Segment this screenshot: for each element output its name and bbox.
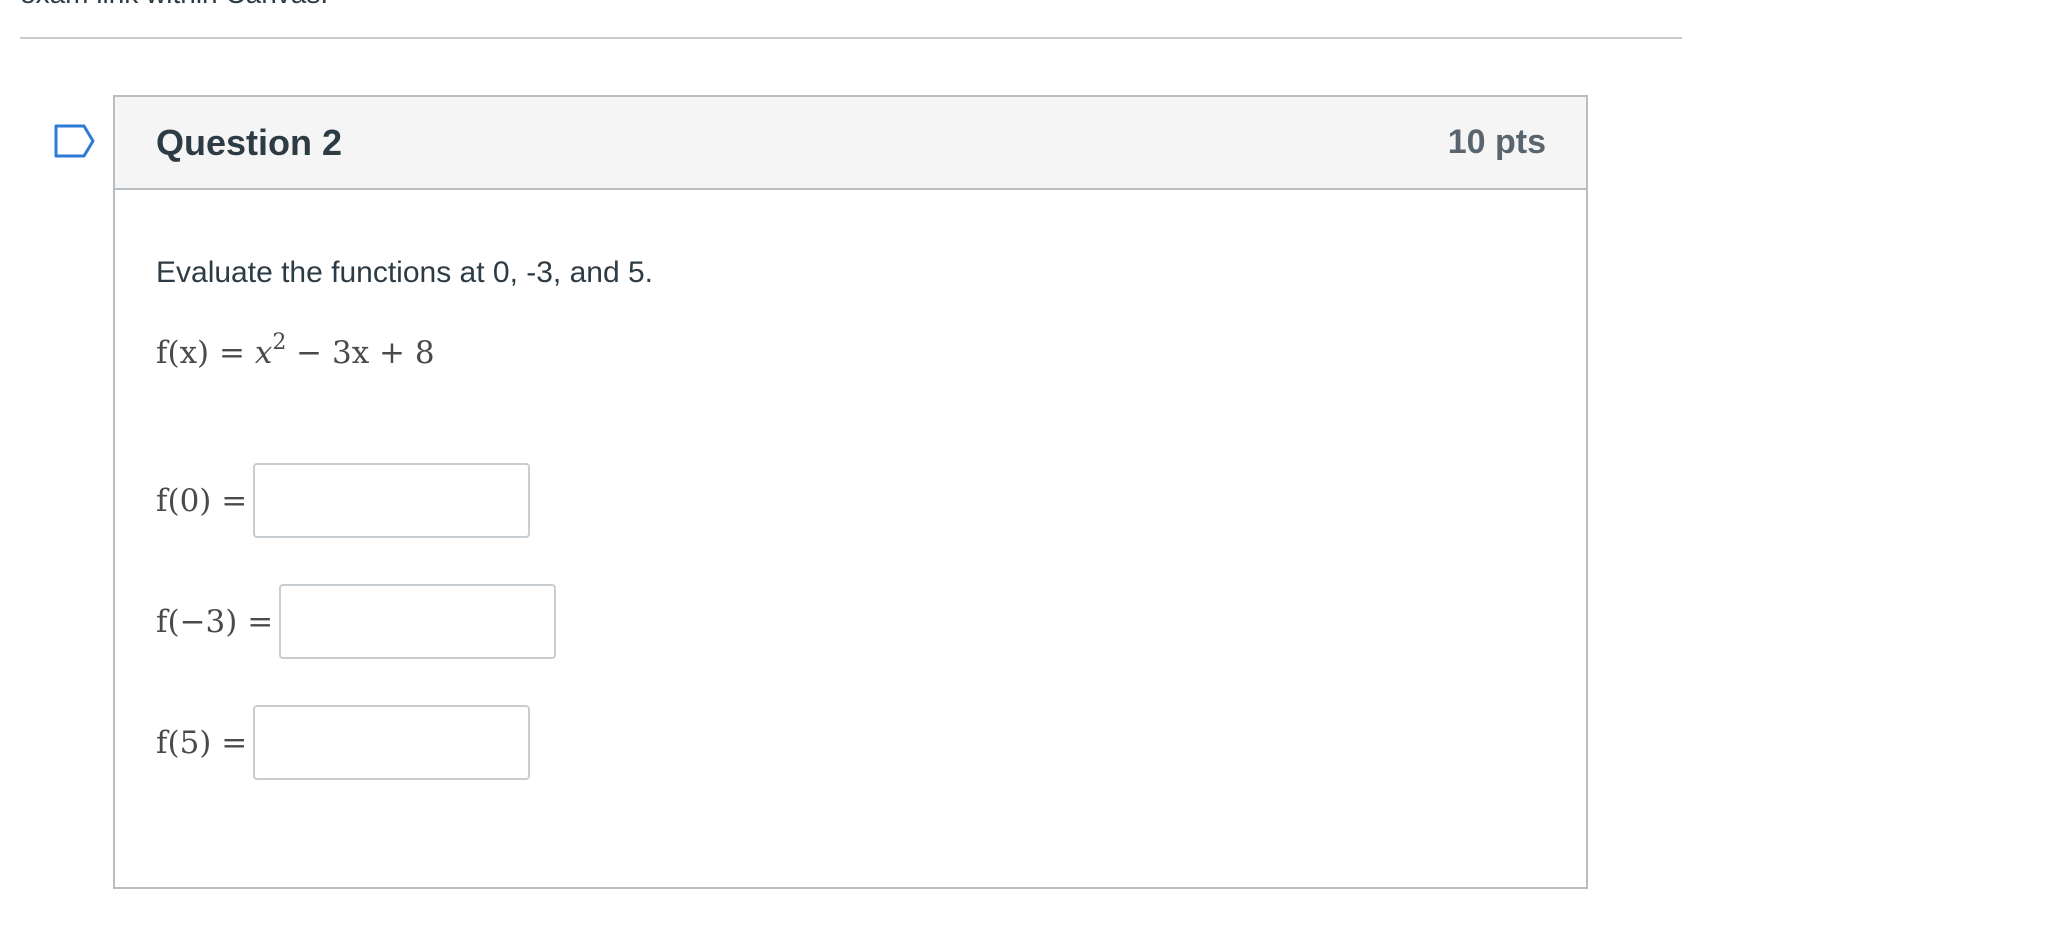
function-rest: − 3x + 8: [286, 335, 435, 371]
answer-row-fneg3: f(−3) =: [156, 584, 557, 659]
question-points: 10 pts: [1447, 123, 1546, 161]
answer-input-f0[interactable]: [253, 463, 531, 538]
answer-input-fneg3[interactable]: [279, 584, 557, 659]
answer-label-f0: f(0) =: [156, 482, 248, 519]
previous-text-fragment: exam link within Canvas.: [20, 0, 328, 10]
function-var: x: [254, 335, 273, 371]
quiz-page: exam link within Canvas. Question 2 10 p…: [0, 0, 2056, 926]
answer-row-f5: f(5) =: [156, 705, 531, 780]
function-exponent: 2: [272, 330, 287, 355]
question-card: Question 2 10 pts Evaluate the functions…: [113, 95, 1588, 889]
divider: [20, 37, 1682, 39]
function-lhs: f(x) =: [156, 335, 255, 371]
answer-label-fneg3: f(−3) =: [156, 603, 274, 640]
flag-question-icon[interactable]: [54, 124, 96, 158]
question-instructions: Evaluate the functions at 0, -3, and 5.: [156, 256, 653, 289]
question-header: Question 2 10 pts: [115, 97, 1586, 190]
question-title: Question 2: [156, 121, 343, 163]
answer-label-f5: f(5) =: [156, 724, 248, 761]
answer-input-f5[interactable]: [253, 705, 531, 780]
function-definition: f(x) = x2 − 3x + 8: [156, 330, 435, 371]
answer-row-f0: f(0) =: [156, 463, 531, 538]
